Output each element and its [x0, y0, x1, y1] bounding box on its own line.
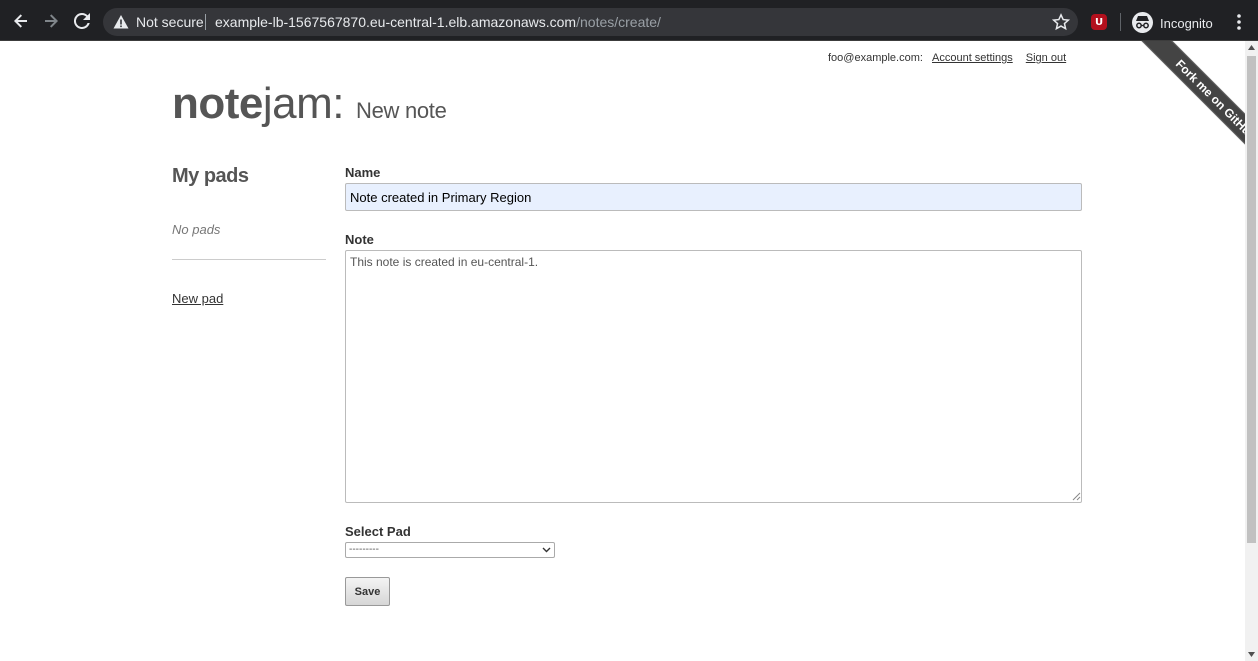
site-logo[interactable]: notejam: New note [172, 79, 447, 129]
url-path: /notes/create/ [576, 14, 661, 30]
toolbar-divider [1120, 13, 1121, 31]
url-host: example-lb-1567567870.eu-central-1.elb.a… [215, 14, 577, 30]
extension-shield-icon[interactable]: U [1091, 14, 1107, 30]
name-label: Name [345, 165, 381, 180]
forward-arrow-icon[interactable] [39, 9, 63, 33]
chevron-down-icon [542, 547, 551, 553]
user-bar: foo@example.com: Account settings Sign o… [828, 52, 1066, 64]
page-content: foo@example.com: Account settings Sign o… [0, 41, 1245, 661]
scroll-up-arrow-icon[interactable] [1248, 44, 1255, 51]
url-text[interactable]: example-lb-1567567870.eu-central-1.elb.a… [215, 14, 661, 30]
logo-bold-part: note [172, 79, 263, 128]
account-settings-link[interactable]: Account settings [932, 52, 1013, 64]
security-status[interactable]: Not secure [136, 14, 204, 30]
save-button[interactable]: Save [345, 577, 390, 606]
reload-icon[interactable] [70, 9, 94, 33]
sidebar-title: My pads [172, 165, 249, 187]
page-title: New note [356, 98, 447, 123]
name-input[interactable] [345, 183, 1082, 211]
sign-out-link[interactable]: Sign out [1026, 52, 1066, 64]
github-ribbon-text[interactable]: Fork me on GitHub [1141, 41, 1245, 171]
user-email: foo@example.com: [828, 52, 923, 64]
scroll-thumb[interactable] [1247, 56, 1256, 543]
browser-toolbar: Not secure example-lb-1567567870.eu-cent… [0, 0, 1258, 41]
pad-select[interactable]: --------- [345, 542, 555, 558]
logo-light-part: jam: [262, 79, 345, 128]
address-divider [205, 14, 206, 30]
page-scrollbar[interactable] [1245, 41, 1258, 661]
back-arrow-icon[interactable] [9, 9, 33, 33]
resize-grip-icon[interactable] [1072, 492, 1081, 501]
address-bar[interactable]: Not secure example-lb-1567567870.eu-cent… [103, 8, 1078, 36]
more-menu-icon[interactable] [1230, 12, 1248, 32]
note-label: Note [345, 232, 374, 247]
pad-select-value: --------- [349, 544, 379, 555]
select-pad-label: Select Pad [345, 524, 411, 539]
new-pad-link[interactable]: New pad [172, 291, 223, 306]
incognito-icon[interactable] [1132, 12, 1153, 33]
note-textarea[interactable]: This note is created in eu-central-1. [345, 250, 1082, 503]
sidebar-divider [172, 259, 326, 260]
profile-label[interactable]: Incognito [1160, 16, 1213, 31]
scroll-down-arrow-icon[interactable] [1248, 651, 1255, 658]
github-ribbon[interactable]: Fork me on GitHub [1115, 41, 1245, 171]
bookmark-star-icon[interactable] [1051, 13, 1071, 31]
no-pads-text: No pads [172, 222, 221, 237]
warning-triangle-icon[interactable] [113, 14, 129, 30]
